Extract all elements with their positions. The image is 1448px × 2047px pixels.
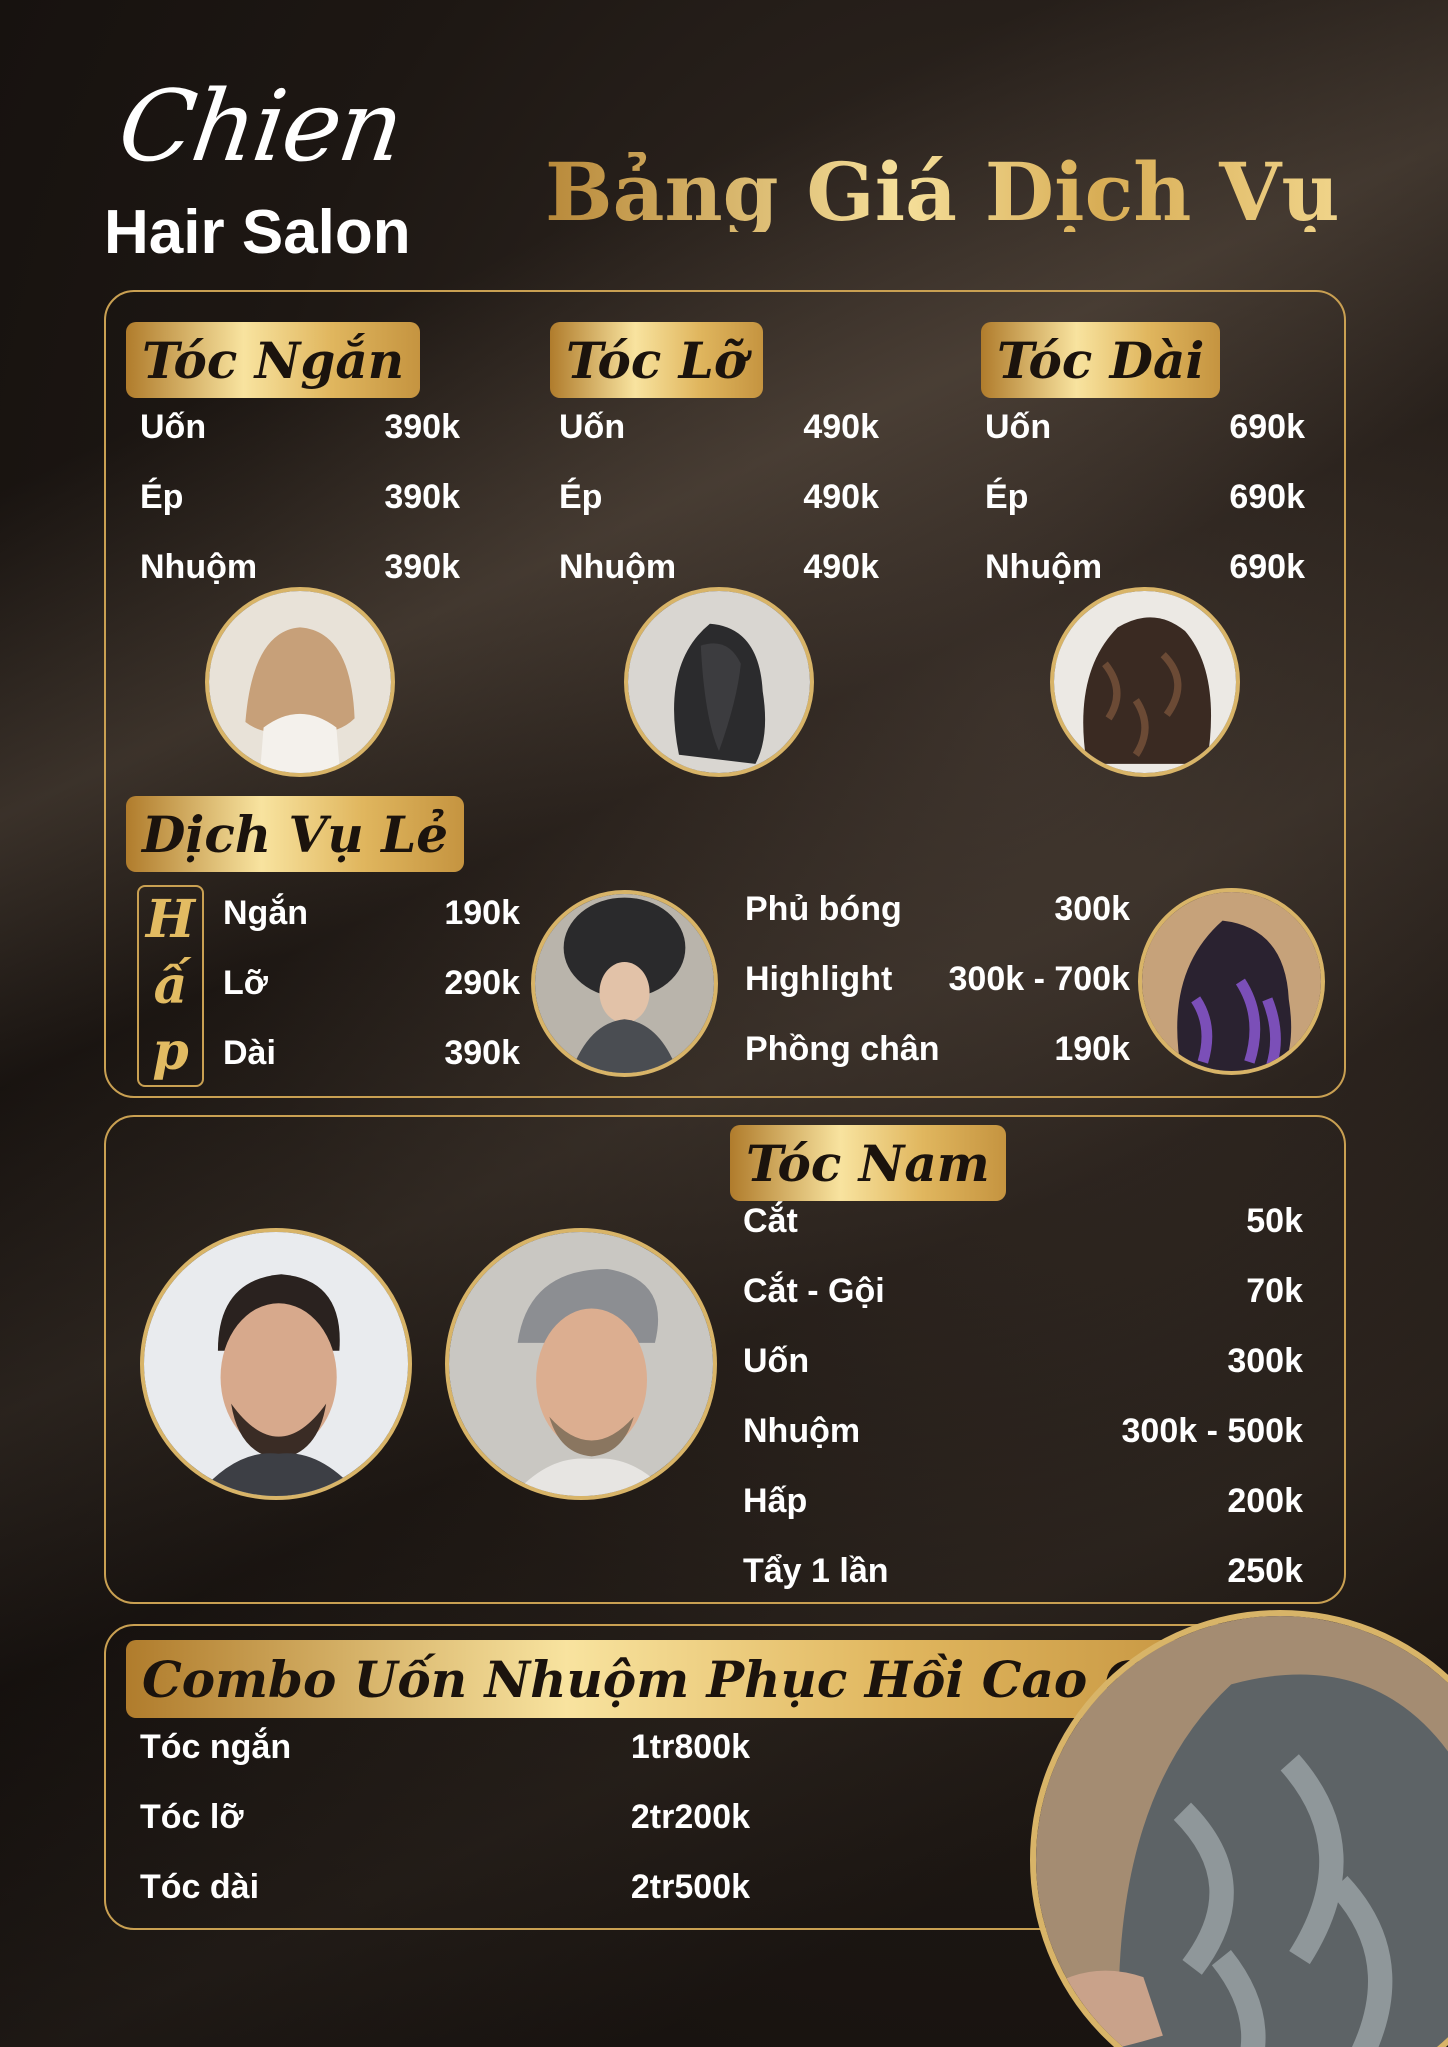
service-name: Nhuộm <box>985 548 1103 586</box>
service-name: Hấp <box>743 1482 808 1520</box>
medium-hair-photo <box>624 587 814 777</box>
service-name: Ép <box>985 478 1029 516</box>
combo-item: Tóc dài 2tr500k <box>140 1870 750 1904</box>
service-price: 300k <box>1054 890 1130 928</box>
service-name: Tóc dài <box>140 1868 260 1906</box>
mens-title: Tóc Nam <box>730 1125 1006 1201</box>
service-name: Uốn <box>743 1342 810 1380</box>
service-price: 690k <box>1229 548 1305 586</box>
service-price: 2tr200k <box>630 1798 750 1836</box>
service-price: 300k - 700k <box>948 960 1131 998</box>
service-price: 390k <box>384 408 460 446</box>
service-name: Uốn <box>559 408 626 446</box>
extra-item: Phồng chân 190k <box>745 1032 1130 1066</box>
service-name: Tóc ngắn <box>140 1728 292 1766</box>
brand-script-name: Chien <box>111 70 409 184</box>
service-price: 490k <box>803 548 879 586</box>
extra-item: Highlight 300k - 700k <box>745 962 1130 996</box>
combo-item: Tóc ngắn 1tr800k <box>140 1730 750 1764</box>
service-price: 200k <box>1227 1482 1303 1520</box>
hap-item: Ngắn 190k <box>223 896 520 930</box>
brand-subtitle: Hair Salon <box>104 198 411 267</box>
hap-letter: H <box>145 889 196 950</box>
service-name: Tẩy 1 lần <box>743 1552 889 1590</box>
short-hair-photo <box>205 587 395 777</box>
service-name: Ngắn <box>223 894 308 932</box>
service-name: Nhuộm <box>743 1412 861 1450</box>
highlight-hair-photo <box>1138 888 1325 1075</box>
service-name: Nhuộm <box>559 548 677 586</box>
service-name: Dài <box>223 1034 276 1072</box>
mens-item: Nhuộm 300k - 500k <box>743 1414 1303 1448</box>
service-price: 390k <box>384 548 460 586</box>
service-price: 300k - 500k <box>1121 1412 1304 1450</box>
mens-haircut-photo-2 <box>445 1228 717 1500</box>
mens-item: Uốn 300k <box>743 1344 1303 1378</box>
service-price: 690k <box>1229 408 1305 446</box>
service-price: 490k <box>803 408 879 446</box>
mens-item: Hấp 200k <box>743 1484 1303 1518</box>
service-name: Cắt - Gội <box>743 1272 885 1310</box>
combo-title: Combo Uốn Nhuộm Phục Hồi Cao Cấp <box>126 1640 1228 1718</box>
service-name: Highlight <box>745 960 893 998</box>
hair-steamer-photo <box>531 890 718 1077</box>
mens-item: Cắt - Gội 70k <box>743 1274 1303 1308</box>
long-hair-item: Nhuộm 690k <box>985 550 1305 584</box>
hap-item: Dài 390k <box>223 1036 520 1070</box>
service-name: Cắt <box>743 1202 798 1240</box>
medium-hair-item: Uốn 490k <box>559 410 879 444</box>
mens-haircut-photo-1 <box>140 1228 412 1500</box>
extra-item: Phủ bóng 300k <box>745 892 1130 926</box>
medium-hair-item: Nhuộm 490k <box>559 550 879 584</box>
medium-hair-title: Tóc Lỡ <box>550 322 764 398</box>
hap-vertical-label: H ấ p <box>137 885 204 1087</box>
service-price: 190k <box>444 894 520 932</box>
service-name: Uốn <box>985 408 1052 446</box>
hap-letter: p <box>152 1021 189 1082</box>
mens-item: Cắt 50k <box>743 1204 1303 1238</box>
price-list-poster: Chien Hair Salon Bảng Giá Dịch Vụ Tóc Ng… <box>0 0 1448 2047</box>
service-price: 70k <box>1246 1272 1303 1310</box>
service-name: Ép <box>140 478 184 516</box>
service-price: 290k <box>444 964 520 1002</box>
long-hair-title: Tóc Dài <box>981 322 1221 398</box>
service-name: Tóc lỡ <box>140 1798 244 1836</box>
medium-hair-item: Ép 490k <box>559 480 879 514</box>
service-name: Phủ bóng <box>745 890 902 928</box>
service-price: 490k <box>803 478 879 516</box>
service-price: 390k <box>384 478 460 516</box>
mens-item: Tẩy 1 lần 250k <box>743 1554 1303 1588</box>
long-hair-item: Ép 690k <box>985 480 1305 514</box>
service-name: Phồng chân <box>745 1030 940 1068</box>
short-hair-item: Nhuộm 390k <box>140 550 460 584</box>
hap-item: Lỡ 290k <box>223 966 520 1000</box>
hap-letter: ấ <box>153 955 188 1016</box>
service-name: Nhuộm <box>140 548 258 586</box>
service-price: 690k <box>1229 478 1305 516</box>
long-hair-photo <box>1050 587 1240 777</box>
service-price: 1tr800k <box>630 1728 750 1766</box>
short-hair-item: Uốn 390k <box>140 410 460 444</box>
service-price: 300k <box>1227 1342 1303 1380</box>
long-hair-item: Uốn 690k <box>985 410 1305 444</box>
page-title: Bảng Giá Dịch Vụ <box>545 145 1340 239</box>
service-price: 390k <box>444 1034 520 1072</box>
service-price: 190k <box>1054 1030 1130 1068</box>
service-name: Lỡ <box>223 964 268 1002</box>
service-price: 50k <box>1246 1202 1303 1240</box>
service-price: 250k <box>1227 1552 1303 1590</box>
short-hair-item: Ép 390k <box>140 480 460 514</box>
combo-item: Tóc lỡ 2tr200k <box>140 1800 750 1834</box>
service-name: Uốn <box>140 408 207 446</box>
extras-title: Dịch Vụ Lẻ <box>126 796 465 872</box>
service-name: Ép <box>559 478 603 516</box>
short-hair-title: Tóc Ngắn <box>126 322 421 398</box>
service-price: 2tr500k <box>630 1868 750 1906</box>
